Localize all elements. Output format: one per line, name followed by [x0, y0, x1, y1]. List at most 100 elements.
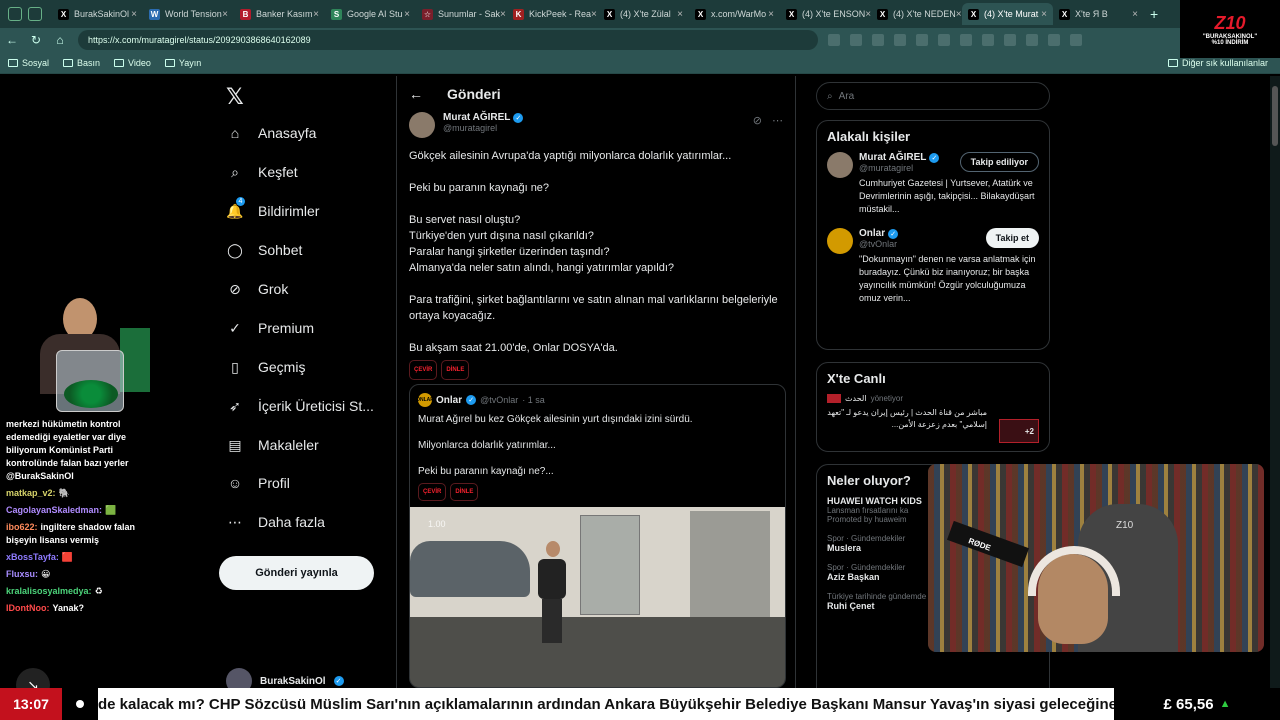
- translate-button[interactable]: ÇEVİR: [409, 360, 438, 380]
- browser-tab[interactable]: X (4) X'te Murat ×: [962, 3, 1053, 25]
- tab-menu-icon[interactable]: [8, 7, 22, 21]
- author-name[interactable]: Murat AĞIREL: [443, 112, 510, 123]
- extension-icon[interactable]: [938, 34, 950, 46]
- tab-close-icon[interactable]: ×: [1041, 9, 1047, 20]
- extension-icon[interactable]: [960, 34, 972, 46]
- reload-icon[interactable]: ↻: [24, 33, 48, 47]
- back-arrow-icon[interactable]: ←: [409, 86, 423, 102]
- other-bookmarks[interactable]: Diğer sık kullanılanlar: [1167, 58, 1268, 68]
- avatar[interactable]: [827, 152, 853, 178]
- quote-author-name[interactable]: Onlar: [436, 395, 462, 406]
- quoted-post[interactable]: ONLAR Onlar ✓ @tvOnlar · 1 sa Murat Ağır…: [409, 384, 786, 688]
- post-button[interactable]: Gönderi yayınla: [219, 556, 374, 590]
- bookmark-folder[interactable]: Sosyal: [8, 58, 49, 68]
- bookmark-folder[interactable]: Video: [114, 58, 151, 68]
- person-name[interactable]: Murat AĞIREL: [859, 152, 926, 163]
- extension-icon[interactable]: [1004, 34, 1016, 46]
- post-author[interactable]: Murat AĞIREL ✓ @muratagirel: [409, 112, 524, 138]
- nav-item-keşfet[interactable]: ⌕ Keşfet: [226, 163, 298, 181]
- quote-time: · 1 sa: [522, 395, 545, 405]
- home-icon[interactable]: ⌂: [48, 33, 72, 47]
- bookmark-folder[interactable]: Basın: [63, 58, 100, 68]
- new-tab-button[interactable]: +: [1150, 6, 1158, 22]
- tab-close-icon[interactable]: ×: [500, 9, 506, 20]
- listen-button[interactable]: DİNLE: [450, 483, 479, 501]
- person-name[interactable]: Onlar: [859, 228, 885, 239]
- browser-tab[interactable]: X (4) X'te Zülal ×: [598, 3, 689, 25]
- back-icon[interactable]: ←: [0, 33, 24, 47]
- nav-item-sohbet[interactable]: ◯ Sohbet: [226, 241, 302, 259]
- browser-tab[interactable]: Xx.com/WarMo ×: [689, 3, 780, 25]
- tab-close-icon[interactable]: ×: [591, 9, 597, 20]
- avatar[interactable]: [827, 228, 853, 254]
- tab-close-icon[interactable]: ×: [131, 9, 137, 20]
- translate-button[interactable]: ÇEVİR: [418, 483, 447, 501]
- browser-tab[interactable]: W World Tension ×: [143, 3, 234, 25]
- nav-item-daha-fazla[interactable]: ⋯ Daha fazla: [226, 513, 325, 531]
- page-scrollbar[interactable]: [1270, 76, 1280, 688]
- nav-item-anasayfa[interactable]: ⌂ Anasayfa: [226, 124, 317, 142]
- tab-close-icon[interactable]: ×: [404, 9, 410, 20]
- follow-button[interactable]: Takip et: [985, 228, 1039, 248]
- extension-icon[interactable]: [828, 34, 840, 46]
- browser-tab[interactable]: X (4) X'te ENSON ×: [780, 3, 871, 25]
- chat-username[interactable]: IDontNoo:: [6, 603, 49, 613]
- nav-item-grok[interactable]: ⊘ Grok: [226, 280, 288, 298]
- more-icon[interactable]: ⋯: [772, 114, 783, 127]
- search-input[interactable]: ⌕ Ara: [816, 82, 1050, 110]
- browser-tab[interactable]: ☆ Sunumlar - Sak ×: [416, 3, 507, 25]
- chat-username[interactable]: matkap_v2:: [6, 488, 56, 498]
- quote-header: ONLAR Onlar ✓ @tvOnlar · 1 sa: [410, 385, 785, 407]
- extension-icon[interactable]: [982, 34, 994, 46]
- nav-item-label: İçerik Üreticisi St...: [258, 398, 374, 414]
- chat-username[interactable]: CagolayanSkaledman:: [6, 505, 102, 515]
- tab-favicon-icon: X: [968, 8, 979, 20]
- extension-icon[interactable]: [916, 34, 928, 46]
- nav-item-profil[interactable]: ☺ Profil: [226, 474, 290, 492]
- nav-item-premium[interactable]: ✓ Premium: [226, 319, 314, 337]
- avatar[interactable]: [409, 112, 435, 138]
- x-logo[interactable]: 𝕏: [226, 84, 244, 110]
- chat-message: Fluxsu: 😀: [6, 568, 154, 581]
- tab-close-icon[interactable]: ×: [677, 9, 683, 20]
- extension-icon[interactable]: [1070, 34, 1082, 46]
- video-player[interactable]: 1.00: [410, 507, 785, 687]
- nav-item-bildirimler[interactable]: 🔔 4 Bildirimler: [226, 197, 319, 220]
- extension-icon[interactable]: [1026, 34, 1038, 46]
- following-button[interactable]: Takip ediliyor: [959, 152, 1039, 172]
- nav-item-i-çerik-üreticisi-st[interactable]: ➶ İçerik Üreticisi St...: [226, 397, 374, 415]
- extension-icon[interactable]: [872, 34, 884, 46]
- browser-tab[interactable]: X X'te Я В ×: [1053, 3, 1144, 25]
- author-handle[interactable]: @muratagirel: [443, 123, 523, 133]
- tab-close-icon[interactable]: ×: [956, 9, 962, 20]
- chat-username[interactable]: xBossTayfa:: [6, 552, 59, 562]
- related-person[interactable]: Onlar ✓ @tvOnlar "Dokunmayın" denen ne va…: [817, 228, 1049, 311]
- browser-tab[interactable]: B Banker Kasım ×: [234, 3, 325, 25]
- tab-close-icon[interactable]: ×: [1132, 9, 1138, 20]
- browser-tab[interactable]: X BurakSakinOl ×: [52, 3, 143, 25]
- browser-tab[interactable]: K KickPeek - Rea ×: [507, 3, 598, 25]
- bookmark-folder[interactable]: Yayın: [164, 58, 201, 68]
- browser-tab[interactable]: X (4) X'te NEDEN ×: [871, 3, 962, 25]
- related-person[interactable]: Murat AĞIREL ✓ @muratagirel Cumhuriyet Ga…: [817, 152, 1049, 222]
- chat-username[interactable]: ibo622:: [6, 522, 38, 532]
- nav-item-makaleler[interactable]: ▤ Makaleler: [226, 436, 318, 454]
- listen-button[interactable]: DİNLE: [441, 360, 470, 380]
- tab-close-icon[interactable]: ×: [222, 9, 228, 20]
- extension-icon[interactable]: [850, 34, 862, 46]
- scrollbar-thumb[interactable]: [1272, 86, 1278, 146]
- browser-tab[interactable]: S Google AI Stu ×: [325, 3, 416, 25]
- live-count-badge[interactable]: +2: [999, 419, 1039, 443]
- chat-message: kralalisosyalmedya: ♻: [6, 585, 154, 598]
- extension-icon[interactable]: [1048, 34, 1060, 46]
- tab-close-icon[interactable]: ×: [313, 9, 319, 20]
- verified-icon: ✓: [513, 112, 524, 123]
- workspaces-icon[interactable]: [28, 7, 42, 21]
- url-field[interactable]: https://x.com/muratagirel/status/2092903…: [78, 30, 818, 50]
- extension-icon[interactable]: [894, 34, 906, 46]
- chat-username[interactable]: kralalisosyalmedya:: [6, 586, 92, 596]
- tab-close-icon[interactable]: ×: [768, 9, 774, 20]
- grok-icon[interactable]: ⊘: [753, 114, 762, 127]
- chat-username[interactable]: Fluxsu:: [6, 569, 38, 579]
- nav-item-geçmiş[interactable]: ▯ Geçmiş: [226, 358, 305, 376]
